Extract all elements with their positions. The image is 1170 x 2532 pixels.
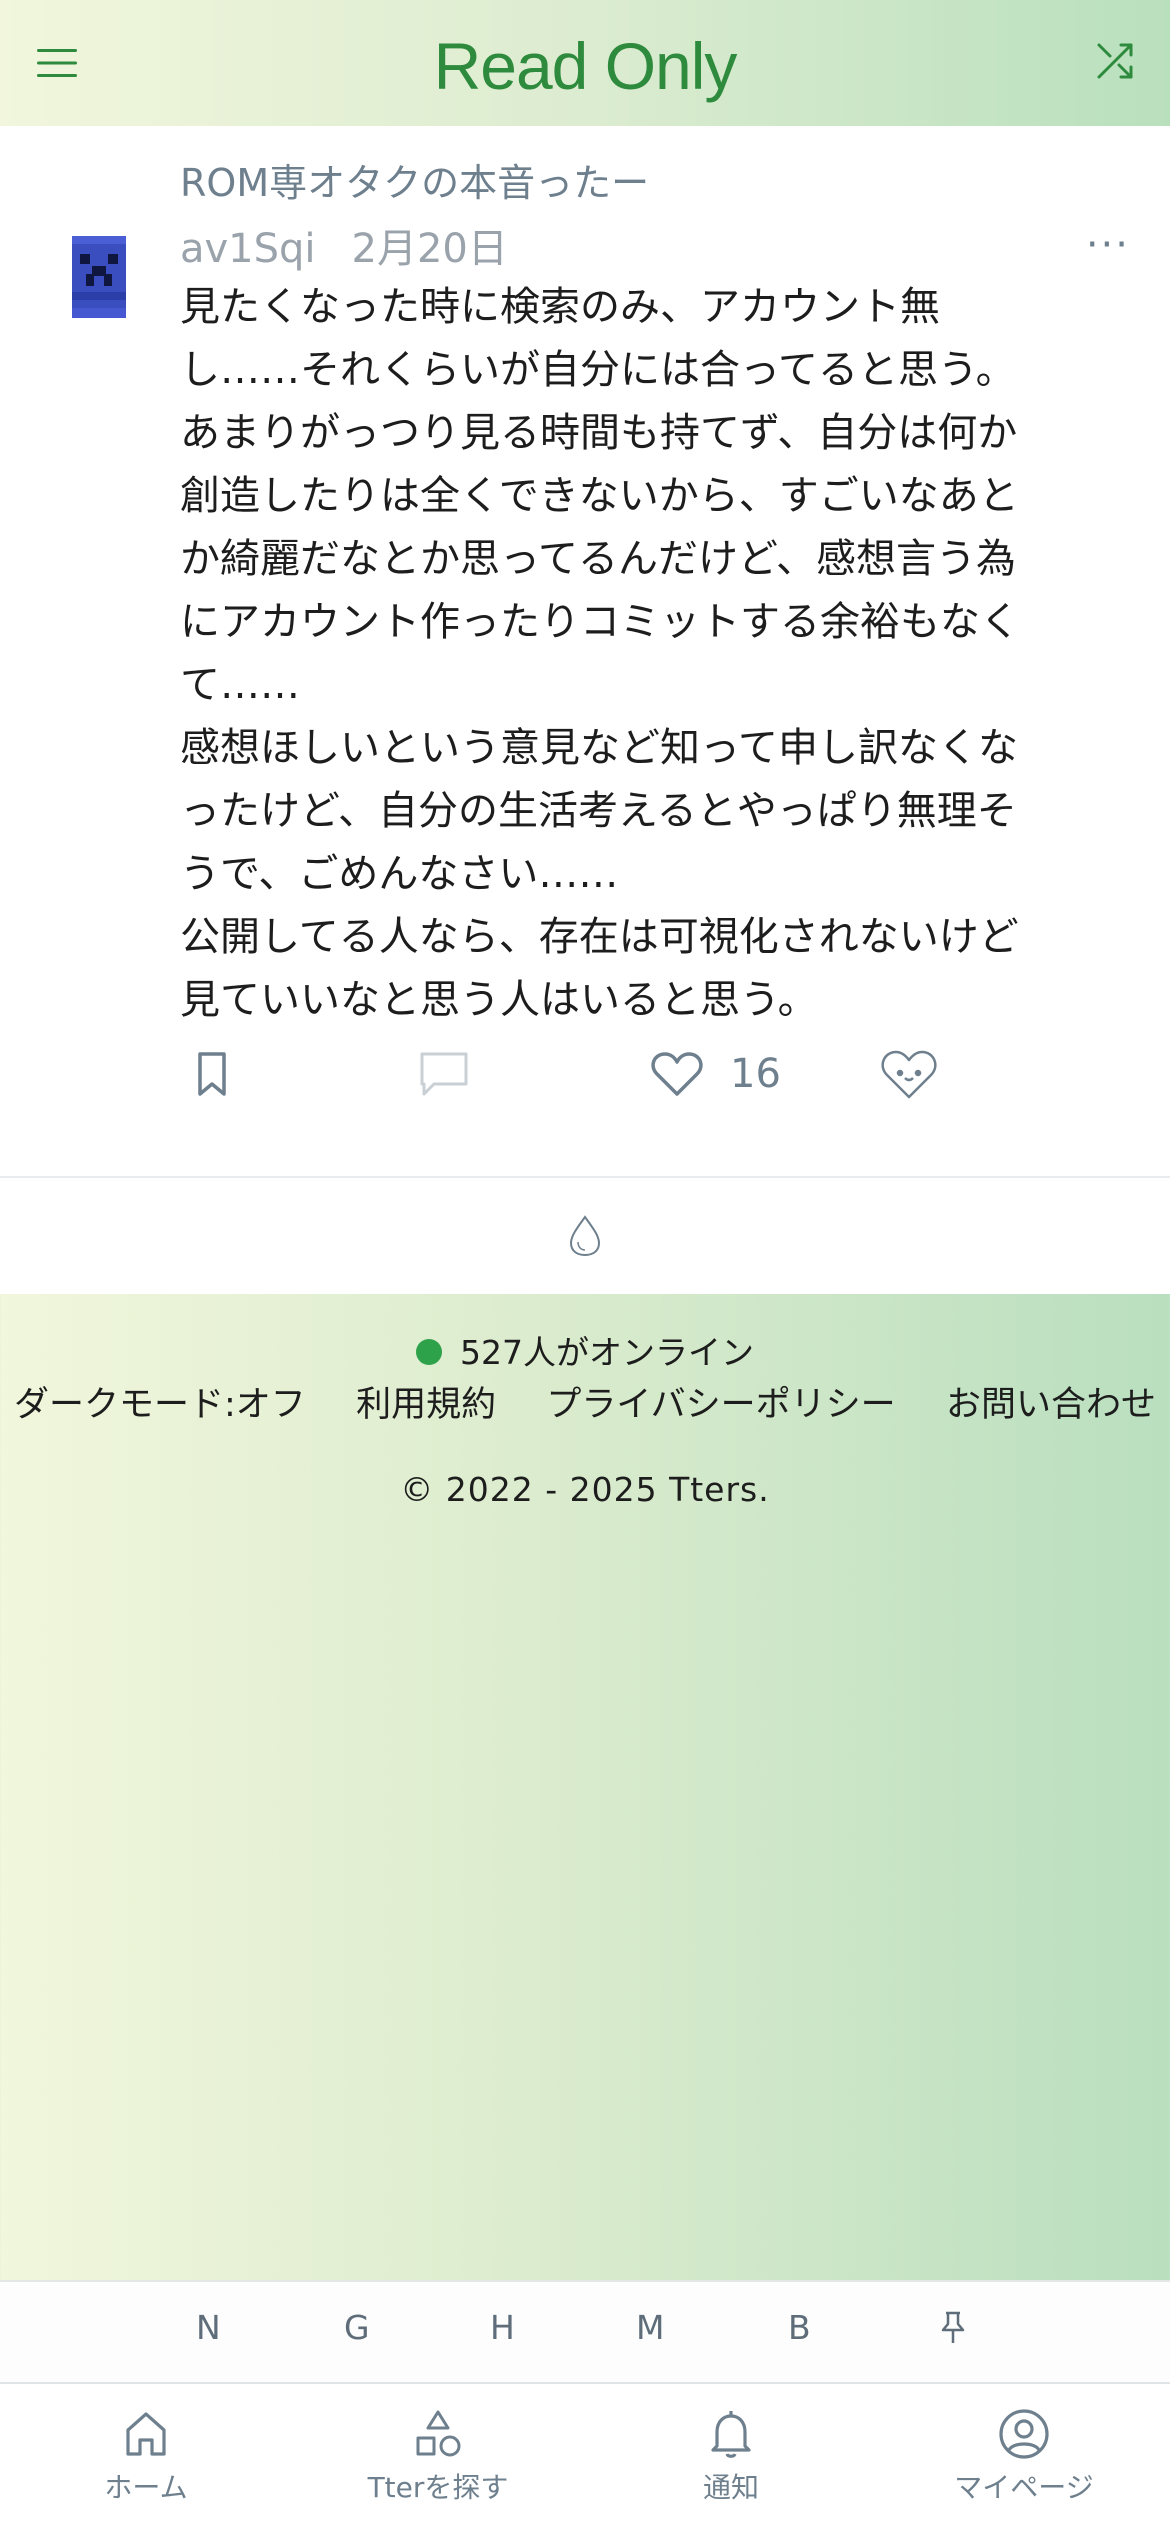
post-meta: av1Sqi 2月20日 [180, 216, 508, 274]
post-actions: 16 [0, 1034, 1170, 1114]
footer-links: ダークモード:オフ 利用規約 プライバシーポリシー お問い合わせ [0, 1376, 1170, 1427]
shortcut-bar: N G H M B [0, 2280, 1170, 2382]
shortcut-h[interactable]: H [490, 2308, 515, 2347]
contact-link[interactable]: お問い合わせ [946, 1376, 1156, 1427]
nav-notifications[interactable]: 通知 [585, 2384, 877, 2532]
heart-icon [651, 1052, 703, 1096]
terms-link[interactable]: 利用規約 [356, 1376, 496, 1427]
shuffle-button[interactable] [1080, 26, 1150, 96]
post-card[interactable]: ROM専オタクの本音ったー av1Sqi 2月20日 ··· 見たくなった時に検索… [0, 126, 1170, 1176]
nav-home-label: ホーム [104, 2471, 188, 2504]
privacy-link[interactable]: プライバシーポリシー [546, 1376, 895, 1427]
bottom-nav: ホーム Tterを探す 通知 マイページ [0, 2382, 1170, 2532]
app-header: Read Only [0, 0, 1170, 126]
bell-icon [711, 2411, 751, 2458]
app-title: Read Only [433, 29, 738, 103]
group-name[interactable]: ROM専オタクの本音ったー [180, 152, 649, 207]
more-options-button[interactable]: ··· [1086, 222, 1130, 268]
comment-icon [420, 1052, 468, 1096]
nav-explore-label: Tterを探す [367, 2471, 509, 2504]
shapes-icon [416, 2410, 461, 2457]
comment-button[interactable] [418, 1034, 470, 1114]
nav-explore[interactable]: Tterを探す [292, 2384, 584, 2532]
nav-mypage-label: マイページ [954, 2471, 1094, 2504]
hamburger-icon [37, 49, 77, 77]
copyright: © 2022 - 2025 Tters. [400, 1470, 770, 1509]
user-circle-icon [999, 2409, 1049, 2459]
pin-button[interactable] [938, 2310, 968, 2354]
shortcut-g[interactable]: G [344, 2308, 370, 2347]
loading-indicator [0, 1176, 1170, 1294]
like-button[interactable]: 16 [650, 1034, 781, 1114]
avatar[interactable] [72, 236, 126, 318]
user-id[interactable]: av1Sqi [180, 226, 316, 272]
nav-notifications-label: 通知 [702, 2471, 759, 2504]
shuffle-icon [1097, 43, 1133, 79]
shortcut-n[interactable]: N [196, 2308, 221, 2347]
nav-home[interactable]: ホーム [0, 2384, 292, 2532]
post-text: 見たくなった時に検索のみ、アカウント無 し……それくらいが自分には合ってると思う… [180, 284, 1020, 1023]
pin-icon [941, 2311, 965, 2343]
shortcut-b[interactable]: B [788, 2308, 811, 2347]
droplet-icon [569, 1215, 601, 1257]
dark-mode-toggle[interactable]: ダークモード:オフ [14, 1376, 306, 1427]
like-count: 16 [730, 1051, 781, 1097]
online-status: 527人がオンライン [0, 1326, 1170, 1374]
shortcut-m[interactable]: M [636, 2308, 664, 2347]
reaction-button[interactable] [878, 1034, 940, 1114]
bookmark-icon [198, 1052, 226, 1096]
home-icon [126, 2412, 166, 2456]
post-body: 見たくなった時に検索のみ、アカウント無 し……それくらいが自分には合ってると思う… [180, 276, 1080, 1032]
bookmark-button[interactable] [190, 1034, 234, 1114]
menu-button[interactable] [22, 28, 92, 98]
nav-mypage[interactable]: マイページ [878, 2384, 1170, 2532]
online-count: 527人がオンライン [460, 1333, 754, 1372]
post-date: 2月20日 [351, 226, 508, 272]
online-dot [416, 1338, 442, 1365]
smiling-heart-icon [881, 1050, 937, 1099]
